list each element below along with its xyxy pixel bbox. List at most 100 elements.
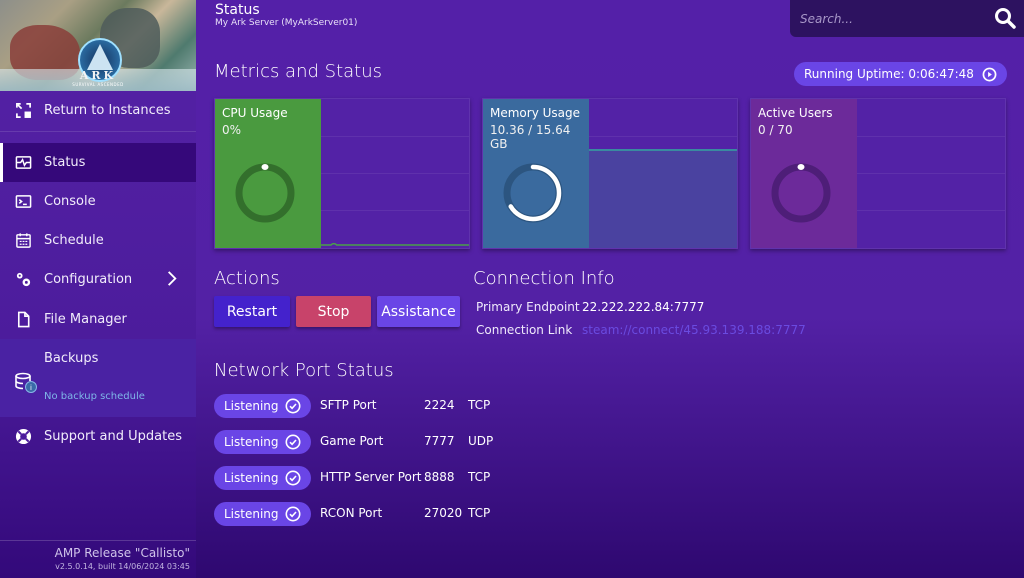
connection-info-title: Connection Info — [473, 268, 615, 289]
sidebar-item-configuration[interactable]: Configuration — [0, 260, 196, 299]
check-circle-icon — [285, 506, 301, 522]
search-input[interactable] — [800, 9, 980, 29]
calendar-icon — [14, 232, 32, 250]
sidebar-item-console[interactable]: Console — [0, 182, 196, 221]
port-row: Listening SFTP Port 2224 TCP — [214, 394, 514, 418]
port-protocol: UDP — [468, 434, 494, 448]
cpu-usage-value: 0% — [222, 123, 242, 137]
cpu-usage-panel: CPU Usage 0% — [215, 99, 321, 248]
uptime-text: Running Uptime: 0:06:47:48 — [804, 67, 974, 81]
port-row: Listening RCON Port 27020 TCP — [214, 502, 514, 526]
banner-subtitle: SURVIVAL ASCENDED — [72, 82, 124, 87]
memory-usage-title: Memory Usage — [490, 106, 581, 120]
check-circle-icon — [285, 470, 301, 486]
sidebar-item-label: File Manager — [44, 312, 127, 327]
memory-usage-area — [589, 149, 737, 248]
sidebar-item-support-and-updates[interactable]: Support and Updates — [0, 417, 196, 456]
chart-gridline — [857, 173, 1005, 174]
active-users-value: 0 / 70 — [758, 123, 793, 137]
connection-link[interactable]: steam://connect/45.93.139.188:7777 — [582, 323, 806, 337]
cpu-usage-line — [321, 242, 469, 246]
banner-title: ARK — [79, 69, 117, 82]
port-status-text: Listening — [224, 471, 279, 485]
network-port-status-title: Network Port Status — [214, 360, 394, 381]
ring-progress-dot — [261, 164, 269, 170]
chart-gridline — [857, 136, 1005, 137]
port-name: RCON Port — [320, 506, 383, 520]
sidebar-divider — [0, 131, 196, 132]
sidebar-item-schedule[interactable]: Schedule — [0, 221, 196, 260]
port-protocol: TCP — [468, 398, 491, 412]
search-bar — [790, 0, 1024, 37]
status-pulse-icon — [14, 154, 32, 172]
sidebar-item-label: Schedule — [44, 233, 104, 248]
connection-link-label: Connection Link — [476, 323, 573, 337]
listening-status-badge: Listening — [214, 394, 311, 418]
actions-section-title: Actions — [214, 268, 280, 289]
active-users-history-chart — [857, 99, 1005, 248]
port-protocol: TCP — [468, 506, 491, 520]
sidebar-item-file-manager[interactable]: File Manager — [0, 300, 196, 339]
port-name: SFTP Port — [320, 398, 377, 412]
file-icon — [14, 311, 32, 329]
sidebar-item-return-to-instances[interactable]: Return to Instances — [0, 91, 196, 130]
memory-usage-panel: Memory Usage 10.36 / 15.64 GB — [483, 99, 589, 248]
active-users-ring — [771, 163, 831, 223]
ring-track — [771, 163, 831, 223]
check-circle-icon — [285, 398, 301, 414]
page-title: Status — [215, 2, 260, 18]
metrics-section-title: Metrics and Status — [214, 61, 383, 82]
sidebar-item-label: Return to Instances — [44, 103, 171, 118]
sidebar-item-backups[interactable]: Backups i No backup schedule — [0, 339, 196, 417]
port-number: 7777 — [424, 434, 455, 448]
sidebar-item-label: Support and Updates — [44, 429, 182, 444]
return-icon — [14, 102, 32, 120]
memory-usage-value: 10.36 / 15.64 GB — [490, 123, 571, 151]
port-name: HTTP Server Port — [320, 470, 422, 484]
lifebuoy-icon — [14, 428, 32, 446]
stop-button[interactable]: Stop — [296, 296, 371, 327]
port-status-text: Listening — [224, 507, 279, 521]
sidebar-item-status[interactable]: Status — [0, 143, 196, 182]
database-info-icon: i — [15, 372, 37, 393]
cpu-usage-card: CPU Usage 0% — [214, 98, 470, 249]
port-number: 2224 — [424, 398, 455, 412]
ring-track — [235, 163, 295, 223]
active-users-title: Active Users — [758, 106, 833, 120]
primary-endpoint-label: Primary Endpoint — [476, 300, 580, 314]
primary-endpoint-value: 22.222.222.84:7777 — [582, 300, 705, 314]
listening-status-badge: Listening — [214, 502, 311, 526]
port-status-text: Listening — [224, 399, 279, 413]
sidebar-item-label: Status — [44, 155, 86, 170]
assistance-button[interactable]: Assistance — [377, 296, 460, 327]
port-name: Game Port — [320, 434, 384, 448]
port-number: 27020 — [424, 506, 463, 520]
restart-button[interactable]: Restart — [214, 296, 290, 327]
port-status-text: Listening — [224, 435, 279, 449]
active-users-panel: Active Users 0 / 70 — [751, 99, 857, 248]
gears-icon — [14, 271, 32, 289]
backup-status-text: No backup schedule — [44, 391, 145, 402]
instance-name: My Ark Server (MyArkServer01) — [215, 18, 358, 28]
ring-progress-dot — [797, 164, 805, 170]
sidebar-item-label: Backups — [44, 351, 99, 366]
cpu-usage-history-chart — [321, 99, 469, 248]
ark-logo-triangle — [87, 44, 113, 70]
search-icon[interactable] — [994, 7, 1016, 29]
port-protocol: TCP — [468, 470, 491, 484]
chart-gridline — [589, 136, 737, 137]
cpu-usage-ring — [235, 163, 295, 223]
svg-text:i: i — [30, 384, 32, 392]
port-row: Listening Game Port 7777 UDP — [214, 430, 514, 454]
uptime-badge[interactable]: Running Uptime: 0:06:47:48 — [794, 62, 1007, 86]
chevron-right-icon — [167, 271, 177, 286]
sidebar-item-label: Console — [44, 194, 96, 209]
active-users-card: Active Users 0 / 70 — [750, 98, 1006, 249]
chart-gridline — [857, 210, 1005, 211]
sidebar-footer-divider — [0, 540, 196, 541]
game-banner-image: ARK SURVIVAL ASCENDED — [0, 0, 196, 91]
port-number: 8888 — [424, 470, 455, 484]
memory-usage-card: Memory Usage 10.36 / 15.64 GB — [482, 98, 738, 249]
sidebar-item-label: Configuration — [44, 272, 133, 287]
memory-usage-history-chart — [589, 99, 737, 248]
